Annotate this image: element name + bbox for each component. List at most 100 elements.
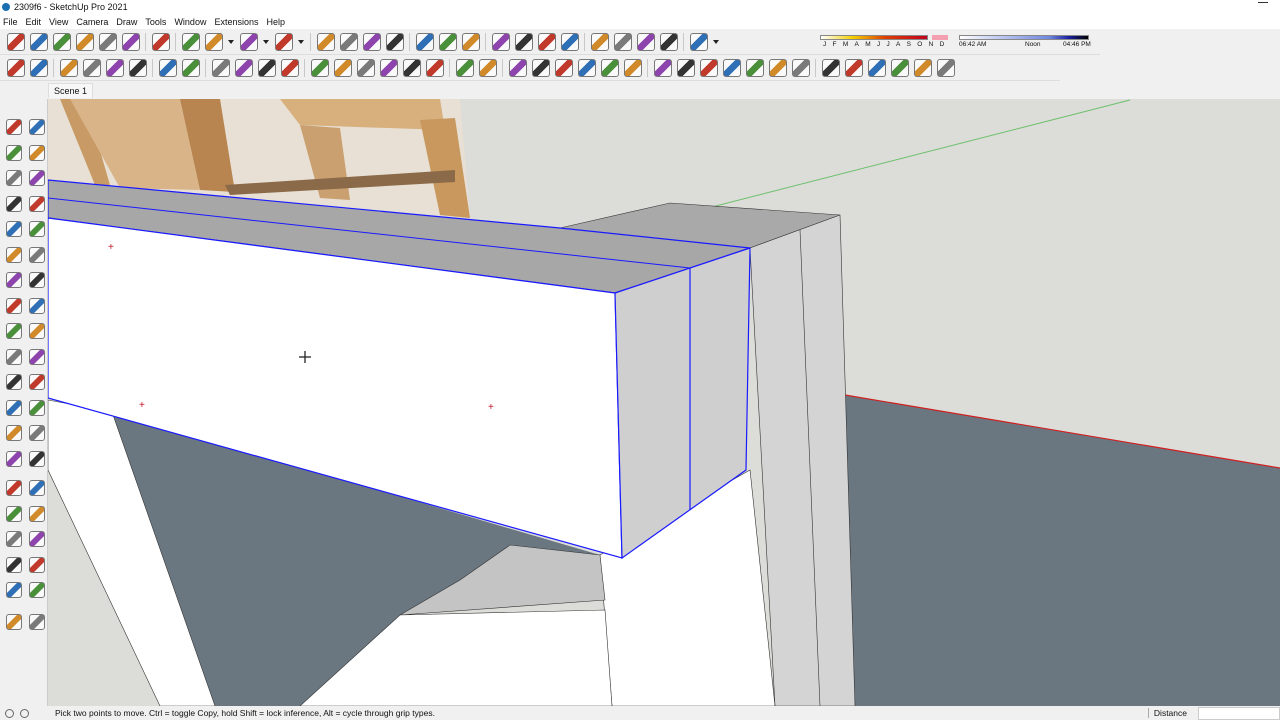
menu-extensions[interactable]: Extensions [211, 17, 263, 27]
add-location-icon[interactable] [5, 582, 22, 598]
rectangle-icon[interactable] [274, 32, 293, 51]
fog-icon[interactable] [105, 58, 124, 77]
scale-icon[interactable] [5, 348, 22, 365]
home-icon[interactable] [52, 32, 71, 51]
select-arrow-icon[interactable] [151, 32, 170, 51]
front-view-icon[interactable] [29, 32, 48, 51]
look-around-icon[interactable] [28, 531, 45, 547]
text-icon[interactable] [438, 32, 457, 51]
menu-view[interactable]: View [46, 17, 73, 27]
orbit-icon[interactable] [491, 32, 510, 51]
menu-window[interactable]: Window [171, 17, 211, 27]
top-view-icon[interactable] [75, 32, 94, 51]
drape-icon[interactable] [745, 58, 764, 77]
teapot-hand-icon[interactable] [82, 58, 101, 77]
eraser-icon[interactable] [28, 144, 45, 161]
dropdown-arrow-icon[interactable] [298, 39, 304, 44]
sandbox-from-scratch-icon[interactable] [676, 58, 695, 77]
styles-icon[interactable] [6, 58, 25, 77]
extension-warehouse-icon[interactable] [844, 58, 863, 77]
xray-icon[interactable] [310, 58, 329, 77]
intersect-icon[interactable] [531, 58, 550, 77]
solid-union-icon[interactable] [478, 58, 497, 77]
pencil-icon[interactable] [5, 170, 22, 186]
outer-shell-icon[interactable] [623, 58, 642, 77]
follow-me-icon[interactable] [339, 32, 358, 51]
date-slider[interactable]: JFMAMJJASOND [820, 35, 965, 49]
section-fill-icon[interactable] [659, 32, 678, 51]
paint-bucket-icon[interactable] [5, 144, 22, 161]
palette-icon[interactable] [29, 58, 48, 77]
walk-icon[interactable] [5, 556, 22, 573]
eraser-icon[interactable] [181, 32, 200, 51]
group-icon[interactable] [455, 58, 474, 77]
3d-viewport[interactable]: + + + [48, 99, 1280, 706]
zoom-extents-icon[interactable] [560, 32, 579, 51]
component-select-icon[interactable] [28, 119, 45, 135]
text-icon[interactable] [28, 399, 45, 416]
axes-icon[interactable] [5, 425, 22, 441]
dropdown-arrow-icon[interactable] [228, 39, 234, 44]
move-icon[interactable] [5, 297, 22, 314]
zoom-window-icon[interactable] [28, 480, 45, 496]
outline-house-icon[interactable] [98, 32, 117, 51]
select-icon[interactable] [5, 119, 22, 135]
trim-icon[interactable] [577, 58, 596, 77]
three-point-arc-icon[interactable] [5, 272, 22, 288]
rotate-icon[interactable] [5, 323, 22, 339]
back-view-icon[interactable] [121, 32, 140, 51]
two-point-arc-icon[interactable] [28, 246, 45, 263]
offset-icon[interactable] [28, 348, 45, 365]
box-icon[interactable] [356, 58, 375, 77]
iso-view-icon[interactable] [6, 32, 25, 51]
window-icon[interactable] [211, 58, 230, 77]
component-icon[interactable] [333, 58, 352, 77]
rectangle-icon[interactable] [5, 195, 22, 212]
pie-icon[interactable] [28, 272, 45, 288]
sandbox-from-contours-icon[interactable] [653, 58, 672, 77]
shaded-icon[interactable] [425, 58, 444, 77]
zoom-icon[interactable] [537, 32, 556, 51]
push-pull-icon[interactable] [28, 297, 45, 314]
zoom-icon[interactable] [5, 480, 22, 496]
3d-text-icon[interactable] [28, 425, 45, 441]
section-display-icon[interactable] [613, 32, 632, 51]
tape-measure-icon[interactable] [415, 32, 434, 51]
scene-tab-1[interactable]: Scene 1 [48, 83, 94, 98]
stamp-icon[interactable] [722, 58, 741, 77]
subtract-icon[interactable] [554, 58, 573, 77]
geo-location-icon[interactable] [689, 32, 708, 51]
add-detail-icon[interactable] [768, 58, 787, 77]
solid-tools-icon[interactable] [508, 58, 527, 77]
arc-icon[interactable] [239, 32, 258, 51]
menu-camera[interactable]: Camera [73, 17, 113, 27]
freehand-icon[interactable] [28, 170, 45, 186]
red-flag-icon[interactable] [936, 58, 955, 77]
teapot-icon[interactable] [59, 58, 78, 77]
window-teapot-icon[interactable] [234, 58, 253, 77]
wireframe-icon[interactable] [379, 58, 398, 77]
protractor-icon[interactable] [5, 399, 22, 416]
split-icon[interactable] [600, 58, 619, 77]
refresh-view-icon[interactable] [128, 58, 147, 77]
previous-view-icon[interactable] [28, 505, 45, 522]
circle-icon[interactable] [5, 221, 22, 237]
menu-edit[interactable]: Edit [23, 17, 47, 27]
menu-tools[interactable]: Tools [142, 17, 171, 27]
position-camera-icon[interactable] [5, 531, 22, 547]
hidden-line-icon[interactable] [402, 58, 421, 77]
dimension-icon[interactable] [28, 374, 45, 390]
menu-file[interactable]: File [0, 17, 23, 27]
credits-icon[interactable] [20, 708, 29, 718]
tape-measure-icon[interactable] [5, 374, 22, 390]
toggle-terrain-icon[interactable] [28, 582, 45, 598]
pencil-icon[interactable] [204, 32, 223, 51]
orbit-icon[interactable] [5, 450, 22, 467]
menu-help[interactable]: Help [263, 17, 290, 27]
shadow-icon[interactable] [158, 58, 177, 77]
zoom-extents-icon[interactable] [5, 505, 22, 522]
match-photo-icon[interactable] [28, 613, 45, 630]
rotate-icon[interactable] [385, 32, 404, 51]
flip-edge-icon[interactable] [791, 58, 810, 77]
dropdown-arrow-icon[interactable] [263, 39, 269, 44]
